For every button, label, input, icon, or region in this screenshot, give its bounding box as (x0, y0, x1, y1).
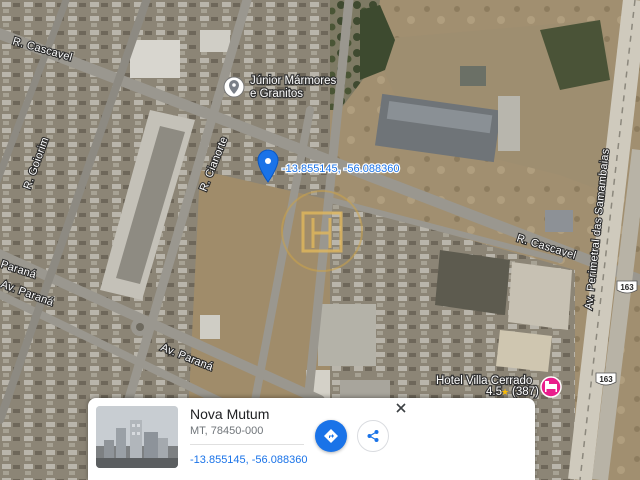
hotel-bed-icon (540, 376, 562, 398)
yard-lot (435, 250, 510, 315)
factory-roof-2 (496, 330, 552, 372)
share-button[interactable] (357, 420, 389, 452)
roundabout-center (136, 323, 144, 331)
building-row (340, 380, 390, 398)
star-icon: ★ (501, 388, 509, 398)
shed (545, 210, 573, 232)
place-title: Nova Mutum (190, 406, 270, 422)
place-thumbnail[interactable] (96, 406, 178, 468)
small-building (460, 66, 486, 86)
silo-structure (498, 96, 520, 151)
place-info-card[interactable]: Nova Mutum MT, 78450-000 -13.855145, -56… (88, 398, 535, 480)
white-roof-building (130, 40, 180, 78)
factory-roof (508, 262, 572, 330)
poi-hotel-rating: 4.5 (486, 386, 502, 398)
route-shield-b: 163 (595, 372, 617, 386)
svg-text:163: 163 (599, 375, 613, 384)
directions-button[interactable] (315, 420, 347, 452)
place-coordinates-link[interactable]: -13.855145, -56.088360 (190, 454, 307, 466)
close-button[interactable] (393, 400, 409, 416)
white-roof-building-2 (200, 30, 230, 52)
poi-marmores-label-1: Júnior Mármores (250, 75, 337, 87)
close-icon (396, 403, 406, 413)
svg-text:163: 163 (620, 283, 634, 292)
building-block (318, 304, 376, 366)
place-pin-icon (223, 76, 245, 98)
place-address: MT, 78450-000 (190, 425, 264, 437)
share-icon (367, 430, 379, 442)
card-divider (190, 444, 304, 445)
poi-hotel-reviews: (387) (512, 386, 539, 398)
white-roof-building-3 (200, 315, 220, 339)
poi-marmores-label-2: e Granitos (250, 88, 303, 100)
pin-coordinates-label: -13.855145, -56.088360 (282, 163, 399, 175)
directions-icon (324, 429, 338, 443)
route-shield-a: 163 (616, 280, 638, 294)
